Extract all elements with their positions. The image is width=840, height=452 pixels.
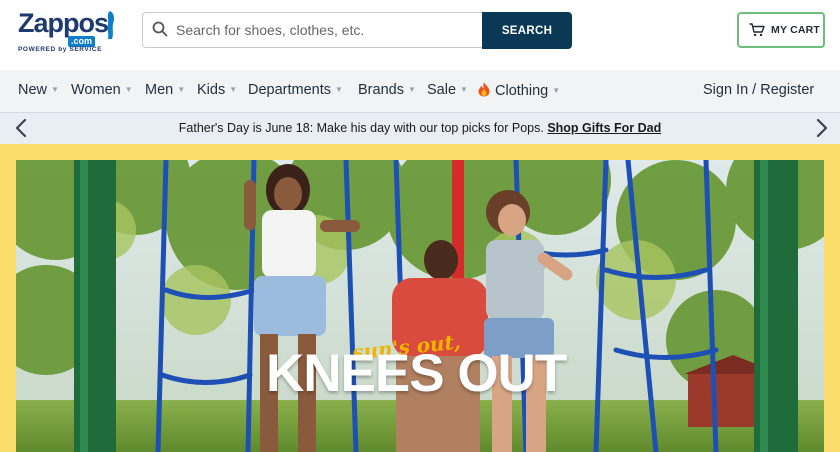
nav-item-new[interactable]: New ▼	[18, 82, 59, 98]
my-cart-button[interactable]: MY CART	[737, 12, 825, 48]
nav-item-label: Clothing	[495, 83, 549, 99]
promo-text: Father's Day is June 18: Make his day wi…	[178, 121, 544, 135]
nav-item-clothing[interactable]: Clothing ▼	[478, 82, 560, 99]
flame-icon	[478, 82, 490, 97]
caret-down-icon: ▼	[229, 85, 238, 94]
nav-item-label: Kids	[197, 82, 226, 98]
hero-banner[interactable]: sun's out, KNEES OUT	[16, 160, 824, 452]
nav-item-men[interactable]: Men ▼	[145, 82, 185, 98]
sign-in-register-link[interactable]: Sign In / Register	[703, 82, 814, 98]
promo-message: Father's Day is June 18: Make his day wi…	[0, 121, 840, 135]
search-input[interactable]	[176, 13, 476, 47]
search-button[interactable]: SEARCH	[482, 12, 572, 49]
nav-item-label: Brands	[358, 82, 404, 98]
caret-down-icon: ▼	[335, 85, 343, 94]
hero-photo	[16, 160, 824, 452]
cart-label: MY CART	[771, 24, 821, 36]
logo-wordmark: Zappos	[18, 8, 109, 38]
chevron-right-icon[interactable]	[815, 118, 829, 138]
logo-tagline: POWERED by SERVICE	[18, 46, 103, 53]
search-icon	[152, 21, 168, 37]
caret-down-icon: ▼	[177, 85, 186, 94]
nav-item-sale[interactable]: Sale ▼	[427, 82, 468, 98]
nav-item-label: Sale	[427, 82, 457, 98]
nav-item-label: New	[18, 82, 48, 98]
nav-item-departments[interactable]: Departments ▼	[248, 82, 343, 98]
shop-gifts-for-dad-link[interactable]: Shop Gifts For Dad	[547, 121, 661, 135]
nav-item-label: Women	[71, 82, 121, 98]
caret-down-icon: ▼	[407, 85, 416, 94]
nav-item-women[interactable]: Women ▼	[71, 82, 133, 98]
caret-down-icon: ▼	[51, 85, 59, 94]
promo-banner: Father's Day is June 18: Make his day wi…	[0, 112, 840, 144]
nav-item-label: Departments	[248, 82, 332, 98]
cart-icon	[749, 23, 765, 37]
hero-headline: KNEES OUT	[266, 344, 567, 403]
nav-item-label: Men	[145, 82, 174, 98]
logo-shoe-icon	[107, 11, 114, 39]
caret-down-icon: ▼	[124, 85, 133, 94]
caret-down-icon: ▼	[552, 86, 561, 95]
caret-down-icon: ▼	[460, 85, 468, 94]
nav-item-kids[interactable]: Kids ▼	[197, 82, 237, 98]
nav-item-brands[interactable]: Brands ▼	[358, 82, 416, 98]
zappos-logo[interactable]: Zappos .com POWERED by SERVICE	[18, 8, 118, 56]
site-header: Zappos .com POWERED by SERVICE SEARCH MY…	[0, 0, 840, 70]
chevron-left-icon[interactable]	[14, 118, 28, 138]
